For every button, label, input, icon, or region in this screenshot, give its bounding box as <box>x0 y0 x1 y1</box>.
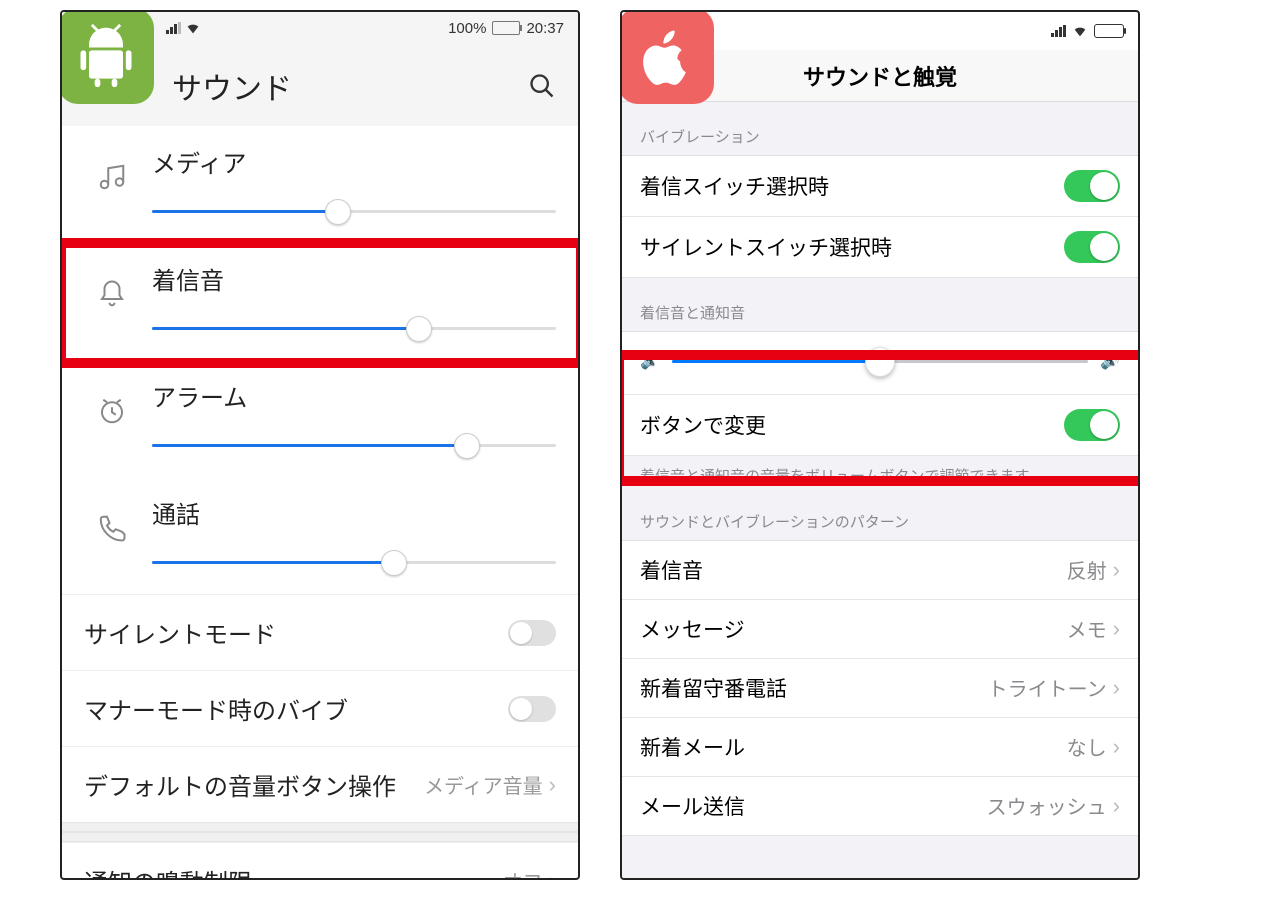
row-label: 新着メール <box>640 732 745 762</box>
row-button-change[interactable]: ボタンで変更 <box>622 395 1138 456</box>
volume-row-clock: アラーム <box>62 360 578 477</box>
battery-icon <box>492 21 520 35</box>
row-label: 着信音 <box>640 555 703 585</box>
row-label: サイレントモード <box>84 615 276 650</box>
settings-row[interactable]: メール送信 スウォッシュ › <box>622 777 1138 836</box>
row-label: 通知の鳴動制限 <box>84 863 252 880</box>
section-patterns: サウンドとバイブレーションのパターン <box>622 503 1138 541</box>
row-label: 着信スイッチ選択時 <box>640 171 829 201</box>
toggle-on[interactable] <box>1064 231 1120 263</box>
signal-icon <box>166 22 181 34</box>
volume-row-bell: 着信音 <box>62 243 578 360</box>
toggle-off[interactable] <box>508 620 556 646</box>
row-value: 反射 › <box>1067 555 1120 584</box>
clock-icon <box>84 378 140 426</box>
slider-label: 着信音 <box>152 261 556 296</box>
chevron-right-icon: › <box>1113 675 1120 701</box>
android-badge <box>60 10 154 104</box>
settings-row[interactable]: 新着メール なし › <box>622 718 1138 777</box>
toggle-on[interactable] <box>1064 409 1120 441</box>
row-value: メモ › <box>1067 614 1120 643</box>
signal-icon <box>1051 25 1066 37</box>
settings-row[interactable]: 着信スイッチ選択時 <box>622 156 1138 217</box>
row-label: デフォルトの音量ボタン操作 <box>84 767 396 802</box>
android-phone: 100% 20:37 サウンド メディア 着信音 <box>60 10 580 880</box>
section-vibration: バイブレーション <box>622 102 1138 156</box>
ringer-volume-slider[interactable]: 🔈 🔊 <box>622 332 1138 395</box>
page-title: サウンドと触覚 <box>803 60 957 92</box>
ios-phone: ‹ 設定 サウンドと触覚 バイブレーション 着信スイッチ選択時サイレントスイッチ… <box>620 10 1140 880</box>
music-icon <box>84 144 140 192</box>
wifi-icon <box>1072 23 1088 39</box>
volume-row-phone: 通話 <box>62 477 578 594</box>
settings-row[interactable]: メッセージ メモ › <box>622 600 1138 659</box>
slider-label: 通話 <box>152 495 556 530</box>
row-label: サイレントスイッチ選択時 <box>640 232 892 262</box>
settings-row[interactable]: 通知の鳴動制限 オフ › <box>62 842 578 880</box>
chevron-right-icon: › <box>1113 734 1120 760</box>
row-label: ボタンで変更 <box>640 410 766 440</box>
battery-pct: 100% <box>448 20 486 37</box>
settings-row[interactable]: 着信音 反射 › <box>622 541 1138 600</box>
row-value: スウォッシュ › <box>987 791 1120 820</box>
wifi-icon <box>185 20 201 36</box>
toggle-off[interactable] <box>508 696 556 722</box>
volume-slider[interactable] <box>152 435 556 455</box>
settings-row[interactable]: サイレントモード <box>62 594 578 670</box>
chevron-right-icon: › <box>1113 793 1120 819</box>
clock: 20:37 <box>526 20 564 37</box>
row-value: メディア音量 › <box>424 770 556 799</box>
speaker-high-icon: 🔊 <box>1100 351 1120 371</box>
row-label: メール送信 <box>640 791 745 821</box>
row-value: なし › <box>1067 732 1120 761</box>
settings-row[interactable]: マナーモード時のバイブ <box>62 670 578 746</box>
search-icon[interactable] <box>528 72 556 100</box>
bell-icon <box>84 261 140 309</box>
volume-row-music: メディア <box>62 126 578 243</box>
page-title: サウンド <box>172 64 292 108</box>
row-value: トライトーン › <box>988 673 1120 702</box>
row-value: オフ › <box>503 866 556 880</box>
row-label: マナーモード時のバイブ <box>84 691 348 726</box>
volume-slider[interactable] <box>152 201 556 221</box>
chevron-right-icon: › <box>1113 616 1120 642</box>
toggle-on[interactable] <box>1064 170 1120 202</box>
settings-row[interactable]: デフォルトの音量ボタン操作メディア音量 › <box>62 746 578 822</box>
apple-badge <box>620 10 714 104</box>
phone-icon <box>84 495 140 543</box>
apple-icon <box>632 22 700 90</box>
settings-row[interactable]: 新着留守番電話 トライトーン › <box>622 659 1138 718</box>
volume-slider[interactable] <box>152 318 556 338</box>
ringer-footer: 着信音と通知音の音量をボリュームボタンで調節できます。 <box>622 456 1138 503</box>
settings-row[interactable]: サイレントスイッチ選択時 <box>622 217 1138 278</box>
chevron-right-icon: › <box>1113 557 1120 583</box>
volume-slider[interactable] <box>152 552 556 572</box>
speaker-low-icon: 🔈 <box>640 351 660 371</box>
section-ringer: 着信音と通知音 <box>622 278 1138 332</box>
slider-label: メディア <box>152 144 556 179</box>
slider-label: アラーム <box>152 378 556 413</box>
android-icon <box>72 22 140 90</box>
chevron-right-icon: › <box>549 868 556 881</box>
row-label: 新着留守番電話 <box>640 673 787 703</box>
row-label: メッセージ <box>640 614 745 644</box>
battery-icon <box>1094 24 1124 38</box>
chevron-right-icon: › <box>549 772 556 798</box>
